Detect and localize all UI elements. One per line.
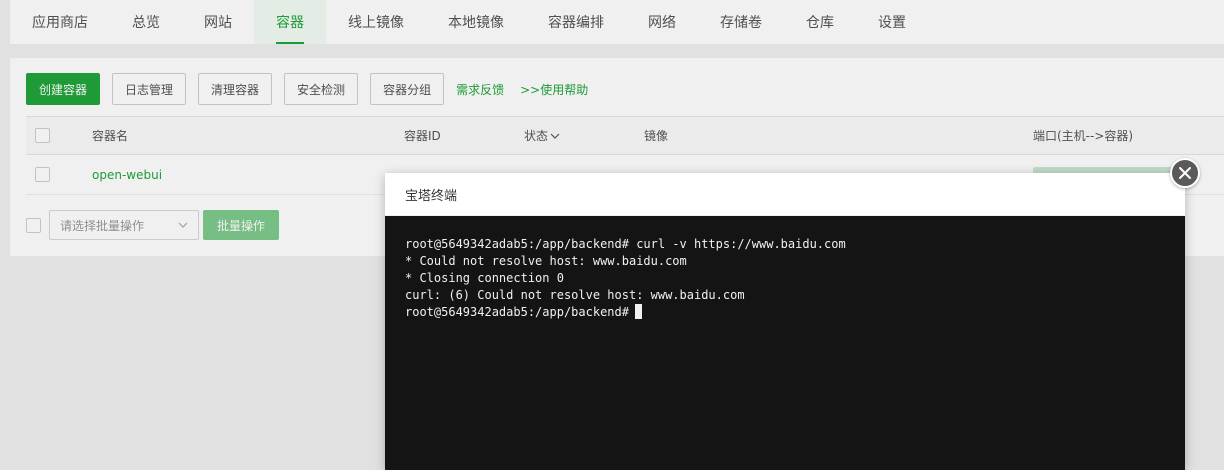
terminal-output[interactable]: root@5649342adab5:/app/backend# curl -v … xyxy=(385,216,1185,321)
terminal-dialog: 宝塔终端 root@5649342adab5:/app/backend# cur… xyxy=(385,173,1185,470)
dialog-title: 宝塔终端 xyxy=(405,188,458,204)
terminal-line: * Closing connection 0 xyxy=(405,271,564,285)
dialog-header: 宝塔终端 xyxy=(385,173,1185,216)
terminal-line: * Could not resolve host: www.baidu.com xyxy=(405,254,687,268)
terminal-prompt: root@5649342adab5:/app/backend# xyxy=(405,305,629,319)
terminal-prompt-line: root@5649342adab5:/app/backend# xyxy=(405,304,1165,321)
terminal-cursor[interactable] xyxy=(634,304,642,319)
close-dialog-button[interactable] xyxy=(1170,158,1200,188)
terminal-line: root@5649342adab5:/app/backend# curl -v … xyxy=(405,237,846,251)
close-icon xyxy=(1179,167,1191,179)
terminal-line: curl: (6) Could not resolve host: www.ba… xyxy=(405,288,745,302)
